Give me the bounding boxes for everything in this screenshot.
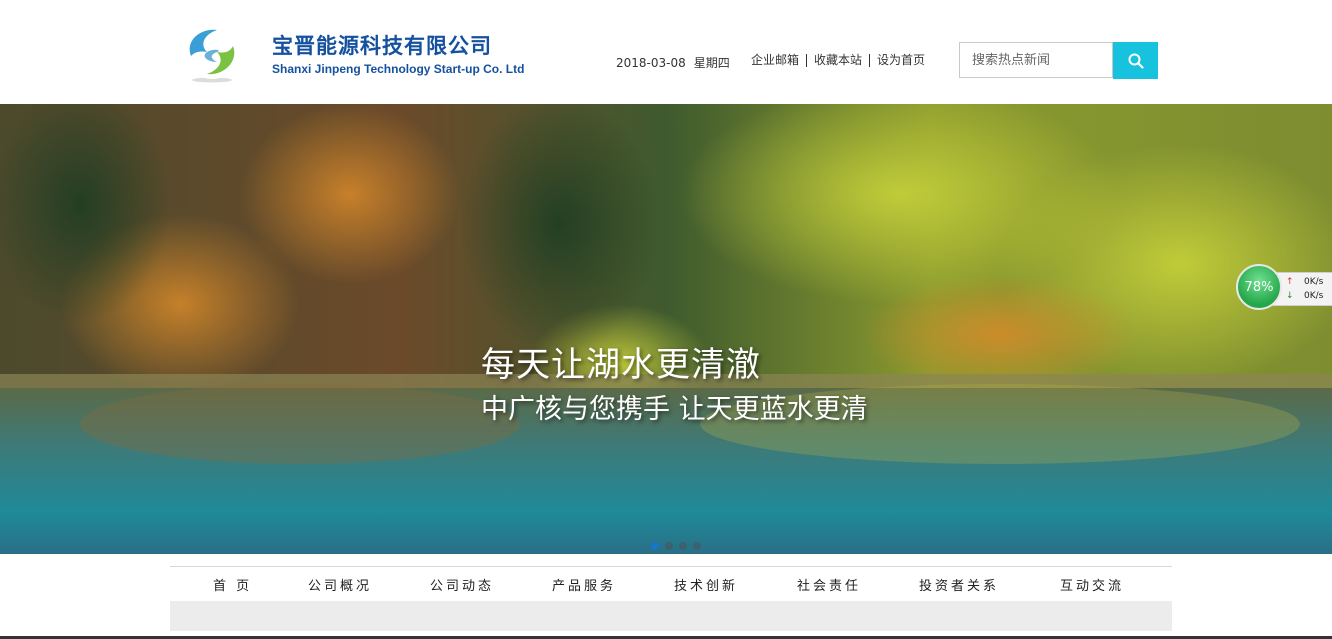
header-links: 企业邮箱 收藏本站 设为首页 bbox=[744, 54, 932, 67]
search-box bbox=[959, 42, 1113, 78]
link-set-homepage[interactable]: 设为首页 bbox=[869, 54, 932, 67]
network-speed-widget[interactable]: 78% ↑ 0K/s ↓ 0K/s bbox=[1236, 264, 1332, 312]
nav-interaction[interactable]: 互动交流 bbox=[1060, 575, 1124, 594]
main-nav: 首 页 公司概况 公司动态 产品服务 技术创新 社会责任 投资者关系 互动交流 bbox=[170, 566, 1172, 601]
nav-tech-innovation[interactable]: 技术创新 bbox=[674, 575, 738, 594]
company-name-en: Shanxi Jinpeng Technology Start-up Co. L… bbox=[272, 62, 525, 76]
carousel-dot[interactable] bbox=[651, 542, 659, 550]
banner-subtitle: 中广核与您携手 让天更蓝水更清 bbox=[481, 394, 868, 425]
link-enterprise-mail[interactable]: 企业邮箱 bbox=[744, 54, 806, 67]
carousel-dot[interactable] bbox=[693, 542, 701, 550]
company-logo[interactable] bbox=[183, 24, 241, 84]
nav-company-overview[interactable]: 公司概况 bbox=[308, 575, 372, 594]
hero-banner[interactable]: 每天让湖水更清澈 中广核与您携手 让天更蓝水更清 bbox=[0, 104, 1332, 554]
carousel-dot[interactable] bbox=[665, 542, 673, 550]
nav-home[interactable]: 首 页 bbox=[213, 575, 252, 594]
banner-landscape-image bbox=[0, 104, 1332, 554]
upload-arrow-icon: ↑ bbox=[1286, 277, 1294, 287]
carousel-dot[interactable] bbox=[679, 542, 687, 550]
link-bookmark-site[interactable]: 收藏本站 bbox=[806, 54, 869, 67]
nav-social-responsibility[interactable]: 社会责任 bbox=[797, 575, 861, 594]
current-date: 2018-03-08 星期四 bbox=[616, 54, 738, 71]
sub-nav-bar bbox=[170, 601, 1172, 631]
search-button[interactable] bbox=[1113, 42, 1158, 79]
upload-speed: ↑ 0K/s bbox=[1286, 277, 1323, 287]
carousel-indicators bbox=[651, 542, 701, 550]
search-input[interactable] bbox=[960, 43, 1112, 77]
search-icon bbox=[1128, 53, 1144, 69]
banner-title: 每天让湖水更清澈 bbox=[481, 345, 761, 385]
nav-investor-relations[interactable]: 投资者关系 bbox=[919, 575, 999, 594]
upload-speed-value: 0K/s bbox=[1304, 277, 1324, 287]
memory-usage-circle[interactable]: 78% bbox=[1236, 264, 1282, 310]
nav-products-services[interactable]: 产品服务 bbox=[552, 575, 616, 594]
company-name-cn: 宝晋能源科技有限公司 bbox=[272, 34, 492, 58]
download-arrow-icon: ↓ bbox=[1286, 291, 1294, 301]
nav-company-news[interactable]: 公司动态 bbox=[430, 575, 494, 594]
download-speed-value: 0K/s bbox=[1304, 291, 1324, 301]
site-header: 宝晋能源科技有限公司 Shanxi Jinpeng Technology Sta… bbox=[0, 0, 1332, 104]
weekday: 星期四 bbox=[693, 56, 730, 70]
download-speed: ↓ 0K/s bbox=[1286, 291, 1323, 301]
date-value: 2018-03-08 bbox=[616, 56, 686, 70]
